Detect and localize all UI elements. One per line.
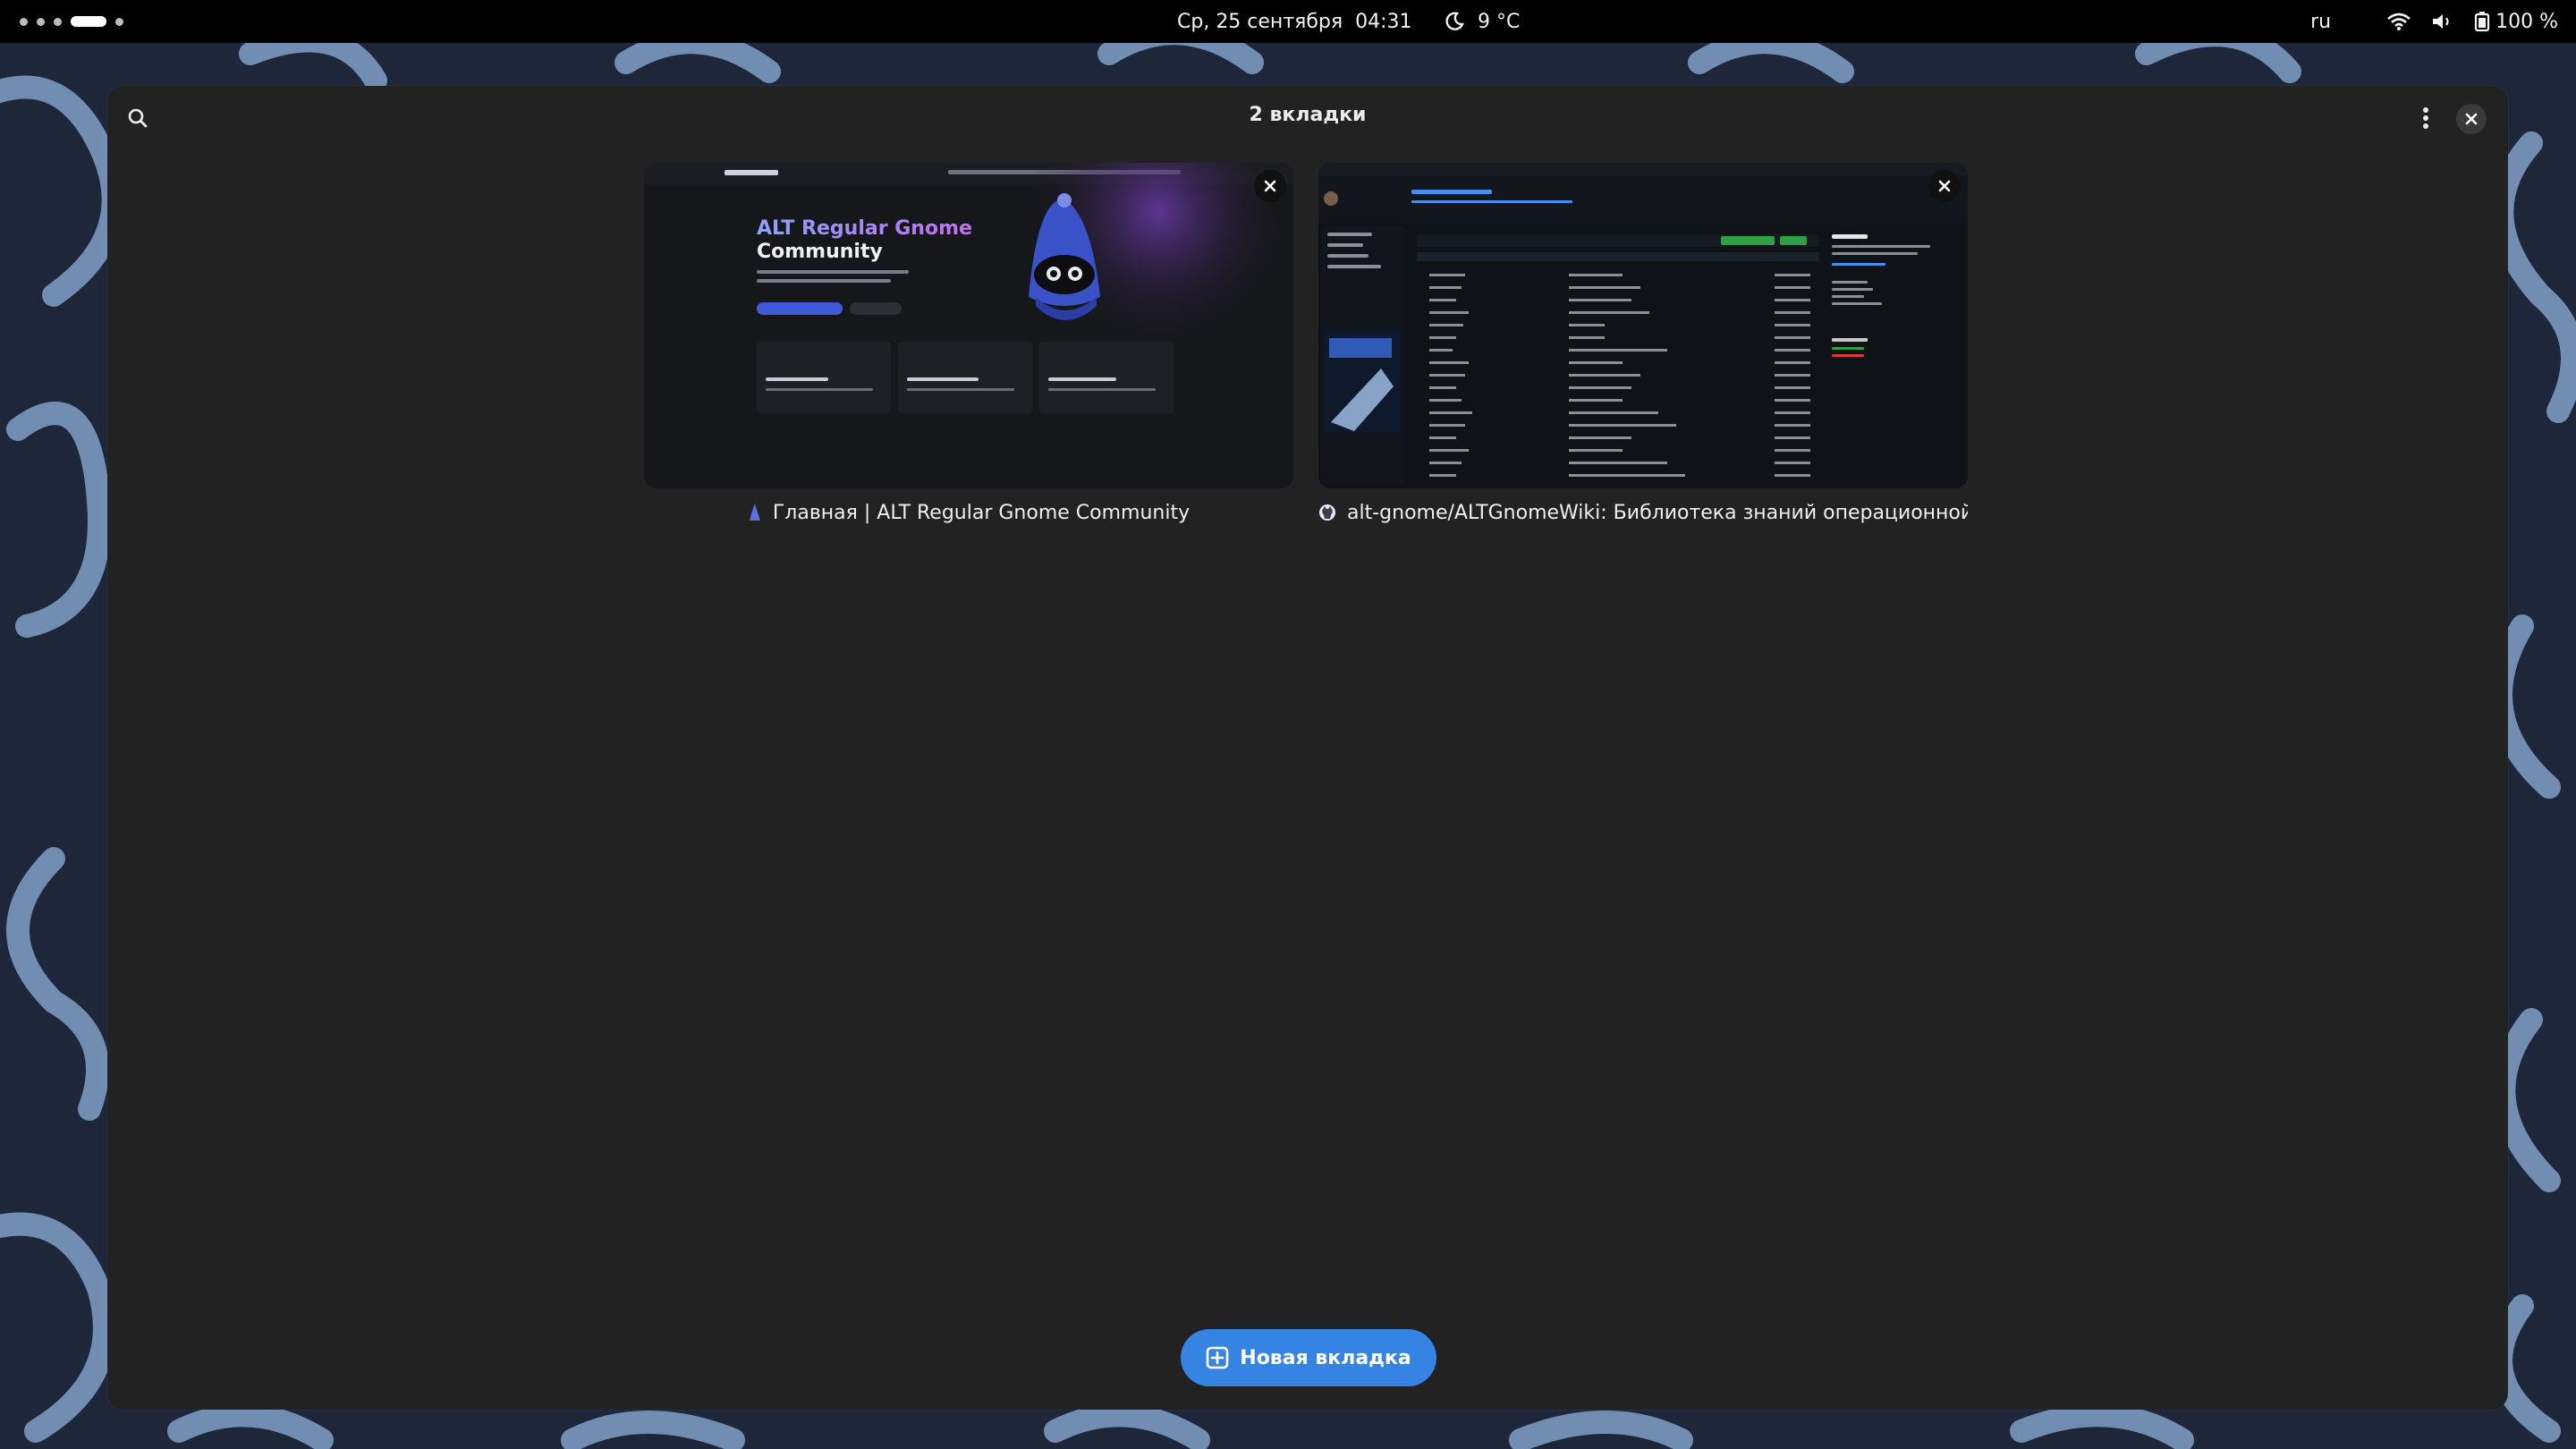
keyboard-layout[interactable]: ru: [2310, 11, 2331, 33]
weather-temp: 9 °C: [1478, 10, 1521, 33]
workspace-dot[interactable]: [37, 17, 45, 26]
tab-thumbnail[interactable]: [1318, 163, 1968, 488]
tab-title: alt-gnome/ALTGnomeWiki: Библиотека знани…: [1347, 501, 1968, 524]
tab-card[interactable]: alt-gnome/ALTGnomeWiki: Библиотека знани…: [1318, 163, 1968, 526]
tab-title-row[interactable]: Главная | ALT Regular Gnome Community: [644, 499, 1293, 526]
tab-overview-window: 2 вкладки ALT Regular Gnome Community Гл…: [107, 86, 2508, 1410]
clock-time: 04:31: [1355, 10, 1412, 33]
svg-text:Community: Community: [757, 241, 883, 263]
new-tab-button[interactable]: Новая вкладка: [1181, 1329, 1436, 1386]
new-tab-label: Новая вкладка: [1240, 1346, 1411, 1369]
workspace-dot[interactable]: [54, 17, 62, 26]
top-bar: Ср, 25 сентября 04:31 9 °C ru 100 %: [0, 0, 2576, 43]
close-icon: [1264, 180, 1276, 192]
more-vertical-icon: [2423, 107, 2428, 129]
tab-new-icon: [1206, 1346, 1229, 1369]
header-bar: 2 вкладки: [107, 86, 2508, 148]
battery-icon: [2475, 12, 2490, 32]
window-close-button[interactable]: [2456, 104, 2487, 134]
clock-date: Ср, 25 сентября: [1177, 10, 1343, 33]
tab-thumbnail[interactable]: ALT Regular Gnome Community: [644, 163, 1293, 488]
weather[interactable]: 9 °C: [1444, 0, 1520, 43]
workspace-dot[interactable]: [20, 17, 28, 26]
close-icon: [1938, 180, 1951, 192]
clock[interactable]: Ср, 25 сентября 04:31: [1177, 0, 1412, 43]
svg-text:ALT Regular Gnome: ALT Regular Gnome: [757, 217, 972, 240]
workspace-dot[interactable]: [115, 17, 123, 26]
tab-card[interactable]: ALT Regular Gnome Community Главная | AL…: [644, 163, 1293, 526]
system-tray[interactable]: ru 100 %: [2310, 0, 2558, 43]
moon-icon: [1445, 12, 1464, 30]
tab-title-row[interactable]: alt-gnome/ALTGnomeWiki: Библиотека знани…: [1318, 499, 1968, 526]
workspace-active[interactable]: [71, 16, 106, 27]
close-icon: [2465, 113, 2478, 125]
close-tab-button[interactable]: [1928, 170, 1961, 202]
wifi-icon: [2387, 13, 2411, 30]
site-favicon-icon: [749, 504, 760, 521]
menu-button[interactable]: [2410, 102, 2442, 134]
tab-preview-image: ALT Regular Gnome Community: [644, 163, 1293, 488]
volume-icon: [2433, 14, 2449, 29]
tab-title: Главная | ALT Regular Gnome Community: [772, 501, 1191, 524]
window-title: 2 вкладки: [1249, 104, 1367, 126]
github-favicon-icon: [1319, 504, 1335, 521]
tab-preview-image: [1318, 163, 1968, 488]
battery-percent: 100 %: [2496, 10, 2558, 33]
workspace-indicator[interactable]: [20, 0, 123, 43]
close-tab-button[interactable]: [1254, 170, 1286, 202]
